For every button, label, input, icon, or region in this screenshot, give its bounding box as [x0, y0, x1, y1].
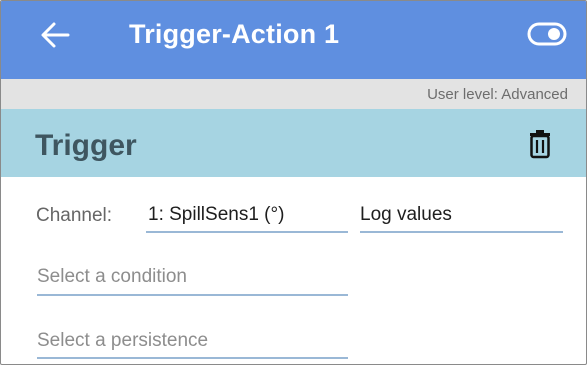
- arrow-left-icon[interactable]: [39, 18, 73, 52]
- page-title: Trigger-Action 1: [129, 19, 340, 49]
- persistence-select[interactable]: Select a persistence: [37, 327, 348, 359]
- mode-value: Log values: [360, 204, 452, 225]
- channel-value: 1: SpillSens1 (°): [148, 204, 285, 225]
- app-bar: Trigger-Action 1: [1, 1, 586, 79]
- trash-icon[interactable]: [528, 129, 552, 159]
- condition-placeholder: Select a condition: [37, 266, 187, 287]
- user-level-bar: User level: Advanced: [1, 79, 586, 109]
- channel-label: Channel:: [36, 205, 113, 226]
- toggle-on-icon[interactable]: [527, 21, 567, 47]
- mode-select[interactable]: Log values: [360, 201, 563, 233]
- screen: Trigger-Action 1 User level: Advanced Tr…: [0, 0, 587, 365]
- trigger-section-header: Trigger: [1, 109, 586, 177]
- user-level-text: User level: Advanced: [427, 86, 568, 103]
- condition-select[interactable]: Select a condition: [37, 263, 348, 296]
- channel-select[interactable]: 1: SpillSens1 (°): [146, 201, 348, 233]
- persistence-placeholder: Select a persistence: [37, 330, 209, 351]
- trigger-heading: Trigger: [35, 129, 137, 162]
